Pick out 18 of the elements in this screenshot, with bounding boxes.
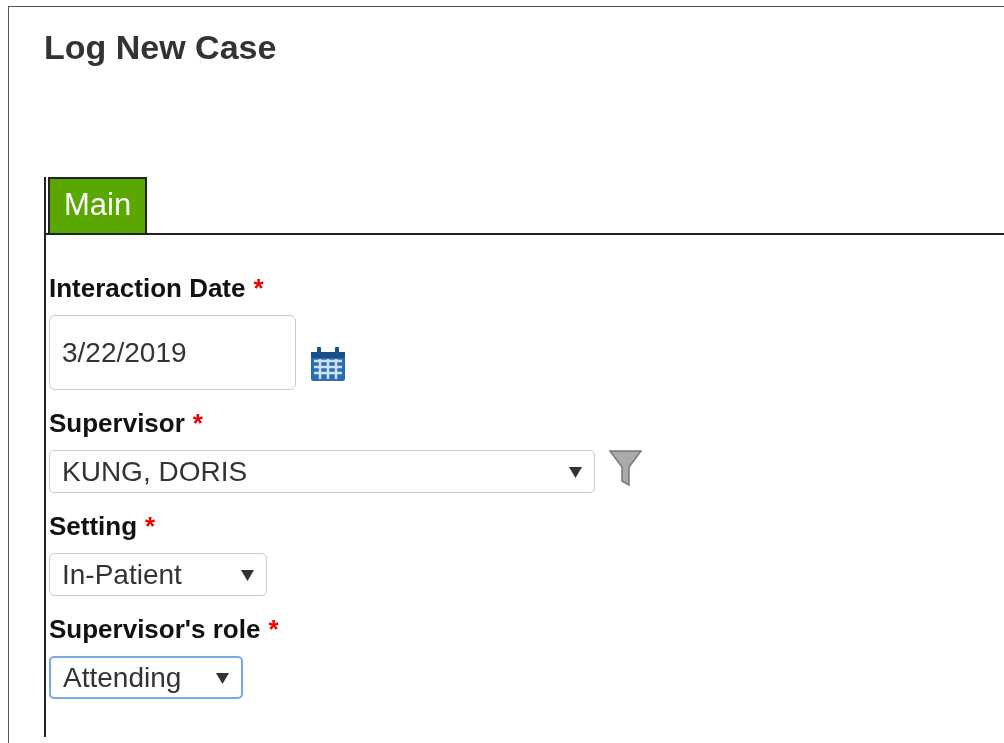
- required-mark: *: [145, 511, 156, 541]
- select-field[interactable]: Attending: [49, 656, 243, 699]
- dropdown-arrow-icon: [241, 568, 254, 581]
- field-label: Supervisor's role *: [49, 614, 280, 644]
- date-field[interactable]: 3/22/2019: [49, 315, 296, 390]
- select-field[interactable]: In-Patient: [49, 553, 267, 596]
- field-label: Supervisor *: [49, 408, 204, 438]
- field-label: Setting *: [49, 511, 157, 541]
- required-mark: *: [268, 614, 279, 644]
- field-label: Interaction Date *: [49, 273, 265, 303]
- dropdown-arrow-icon: [216, 671, 229, 684]
- filter-icon[interactable]: [609, 448, 642, 487]
- dropdown-arrow-icon: [569, 465, 582, 478]
- required-mark: *: [253, 273, 264, 303]
- required-mark: *: [192, 408, 203, 438]
- select-field[interactable]: KUNG, DORIS: [49, 450, 595, 493]
- page-title: Log New Case: [43, 27, 278, 67]
- calendar-icon[interactable]: [310, 347, 346, 382]
